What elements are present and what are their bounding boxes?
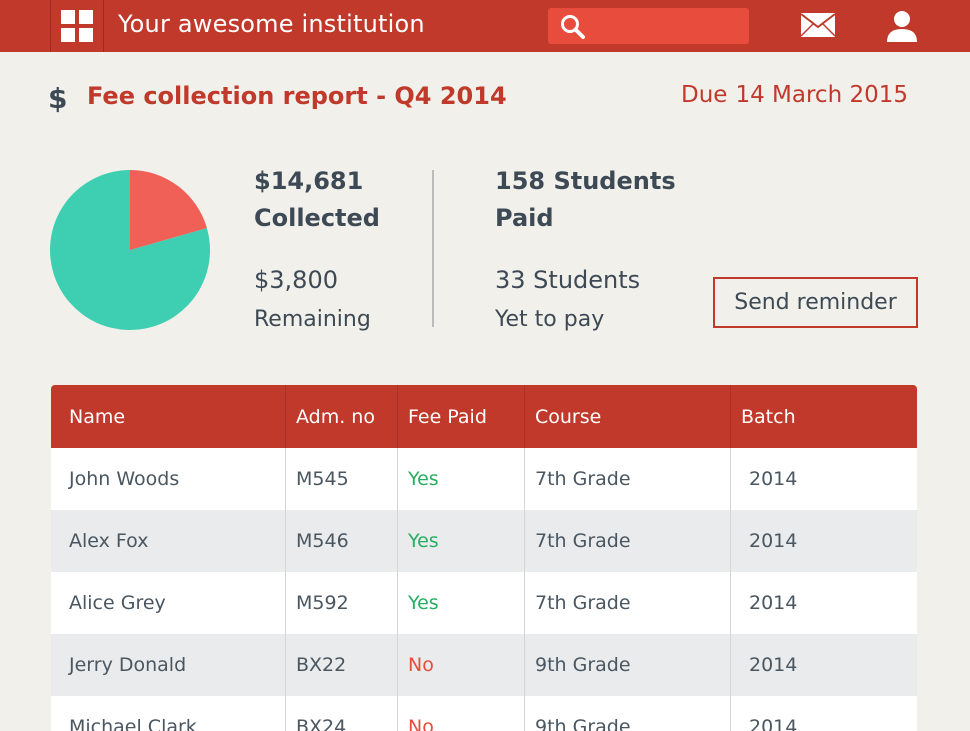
column-header-adm-no[interactable]: Adm. no [286, 385, 398, 448]
remaining-amount: $3,800 [254, 266, 338, 294]
cell-fee-paid: Yes [398, 448, 525, 510]
table-row[interactable]: Michael Clark BX24 No 9th Grade 2014 [51, 696, 917, 731]
cell-batch: 2014 [749, 716, 798, 731]
grid-menu-icon [61, 10, 93, 42]
send-reminder-button[interactable]: Send reminder [713, 277, 918, 328]
due-date: 14 March 2015 [735, 82, 908, 108]
table-row[interactable]: Alice Grey M592 Yes 7th Grade 2014 [51, 572, 917, 634]
cell-name: Alice Grey [51, 572, 286, 634]
table-row[interactable]: John Woods M545 Yes 7th Grade 2014 [51, 448, 917, 510]
menu-button[interactable] [50, 0, 104, 52]
cell-adm-no: BX24 [286, 696, 398, 731]
table-row[interactable]: Alex Fox M546 Yes 7th Grade 2014 [51, 510, 917, 572]
cell-fee-paid: Yes [398, 510, 525, 572]
paid-label: Paid [495, 204, 554, 232]
remaining-label: Remaining [254, 307, 371, 332]
table-row[interactable]: Jerry Donald BX22 No 9th Grade 2014 [51, 634, 917, 696]
fee-collection-pie-chart [50, 170, 210, 330]
column-header-fee-paid[interactable]: Fee Paid [398, 385, 525, 448]
mail-icon[interactable] [800, 12, 836, 38]
column-header-course[interactable]: Course [525, 385, 731, 448]
report-title: Fee collection report - Q4 2014 [87, 82, 507, 110]
summary-divider [432, 170, 434, 327]
cell-fee-paid: No [398, 634, 525, 696]
cell-adm-no: M546 [286, 510, 398, 572]
paid-count: 158 Students [495, 167, 676, 195]
dollar-icon: $ [48, 82, 68, 115]
cell-name: Jerry Donald [51, 634, 286, 696]
search-input[interactable] [548, 8, 749, 44]
table-header: Name Adm. no Fee Paid Course Batch [51, 385, 917, 448]
cell-fee-paid: No [398, 696, 525, 731]
cell-name: John Woods [51, 448, 286, 510]
cell-name: Alex Fox [51, 510, 286, 572]
cell-batch: 2014 [749, 530, 798, 552]
fee-table: Name Adm. no Fee Paid Course Batch John … [51, 385, 917, 731]
cell-batch: 2014 [749, 592, 798, 614]
cell-batch: 2014 [749, 654, 798, 676]
cell-course: 9th Grade [525, 634, 731, 696]
cell-course: 7th Grade [525, 510, 731, 572]
column-header-name[interactable]: Name [51, 385, 286, 448]
cell-adm-no: M545 [286, 448, 398, 510]
unpaid-count: 33 Students [495, 266, 641, 294]
cell-course: 7th Grade [525, 448, 731, 510]
cell-adm-no: BX22 [286, 634, 398, 696]
app-title: Your awesome institution [118, 10, 425, 38]
column-header-batch[interactable]: Batch [731, 385, 917, 448]
cell-name: Michael Clark [51, 696, 286, 731]
search-icon [561, 15, 585, 39]
due-label: Due [681, 82, 728, 108]
due-date-line: Due 14 March 2015 [681, 82, 908, 108]
collected-label: Collected [254, 204, 380, 232]
cell-fee-paid: Yes [398, 572, 525, 634]
collected-amount: $14,681 [254, 167, 364, 195]
unpaid-label: Yet to pay [495, 307, 605, 332]
top-navigation-bar: Your awesome institution [0, 0, 970, 52]
user-icon[interactable] [884, 8, 920, 44]
cell-course: 9th Grade [525, 696, 731, 731]
cell-course: 7th Grade [525, 572, 731, 634]
cell-adm-no: M592 [286, 572, 398, 634]
cell-batch: 2014 [749, 468, 798, 490]
